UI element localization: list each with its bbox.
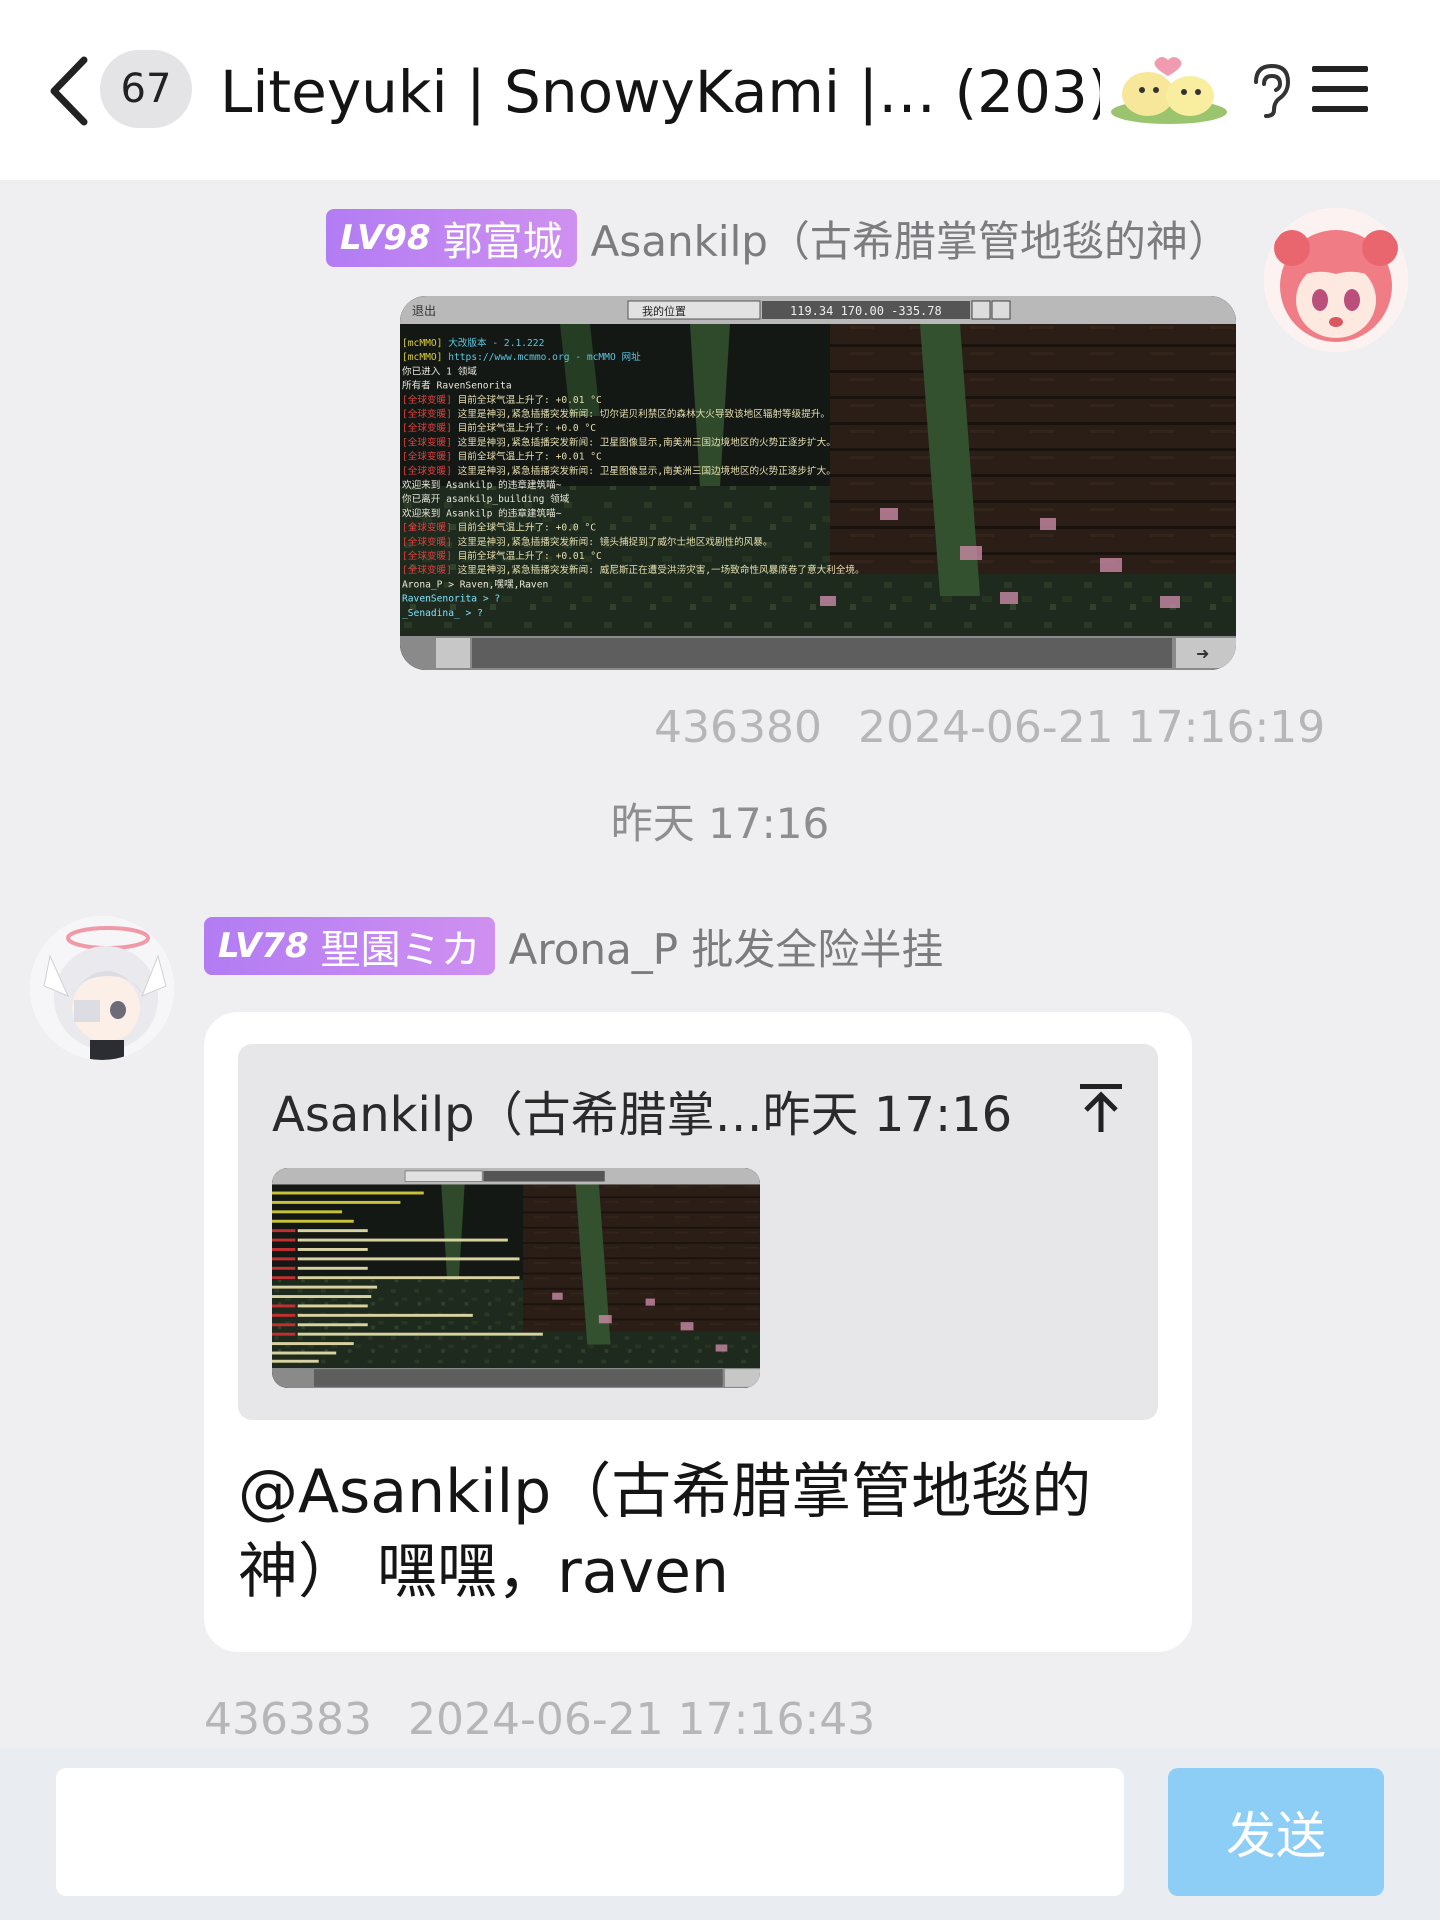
back-arrow-icon[interactable] [44,54,94,128]
message-time: 2024-06-21 17:16:19 [857,702,1326,753]
game-chat-line: [全球变暖] 目前全球气温上升了: +0.01 °C [402,394,602,406]
quoted-image[interactable] [272,1168,760,1388]
game-chat-line: [全球变暖] 目前全球气温上升了: +0.01 °C [402,550,602,562]
message-id: 436383 [204,1694,372,1745]
send-button[interactable]: 发送 [1168,1768,1384,1896]
avatar-white-hair-girl-icon [30,916,174,1060]
time-separator: 昨天 17:16 [610,799,830,848]
message-body: 嘿嘿，raven [358,1537,729,1607]
input-bar: 发送 [0,1748,1440,1920]
unread-count-badge[interactable]: 67 [100,50,192,128]
game-chat-line: RavenSenorita > ? [402,594,500,605]
member-title: 郭富城 [442,219,563,265]
message-bubble[interactable]: Asankilp（古希腊掌…昨天 17:16 @Asankilp（古希腊掌管地毯… [204,1012,1192,1652]
game-chat-line: 你已进入 1 领域 [402,365,477,377]
game-chat-line: [全球变暖] 目前全球气温上升了: +0.0 °C [402,422,596,434]
member-title: 聖園ミカ [320,927,481,973]
avatar[interactable] [30,916,174,1060]
game-chat-line: [全球变暖] 这里是神羽,紧急插播突发新闻: 威尼斯正在遭受洪涝灾害,一场致命性… [402,564,865,576]
game-chat-line: [mcMMO] https://www.mcmmo.org - mcMMO 网址 [402,351,641,363]
game-chat-line: [全球变暖] 这里是神羽,紧急插播突发新闻: 卫星图像显示,南美洲三国边境地区的… [402,465,836,477]
jump-to-top-icon[interactable] [1078,1082,1124,1134]
minecraft-screenshot: 退出 我的位置 119.34 170.00 -335.78 [mcMMO] 大改… [400,296,1236,670]
ear-icon[interactable] [1246,62,1294,118]
sender-name[interactable]: Asankilp（古希腊掌管地毯的神） [591,208,1230,269]
game-chat-line: [全球变暖] 目前全球气温上升了: +0.01 °C [402,451,602,463]
sender-line: LV78 聖園ミカ Arona_P 批发全险半挂 [204,916,943,976]
location-select: 我的位置 [642,304,686,318]
svg-text:➜: ➜ [1196,644,1209,663]
game-chat-line: 所有者 RavenSenorita [402,380,512,392]
game-chat-line: [全球变暖] 这里是神羽,紧急插播突发新闻: 卫星图像显示,南美洲三国边境地区的… [402,436,836,448]
avatar[interactable] [1264,208,1408,352]
message-id: 436380 [654,702,822,753]
coords-readout: 119.34 170.00 -335.78 [790,304,942,318]
sender-line: LV98 郭富城 Asankilp（古希腊掌管地毯的神） [326,208,1230,268]
level-number: LV98 [340,218,431,258]
game-chat-line: [全球变暖] 这里是神羽,紧急插播突发新闻: 镜头捕捉到了威尔士地区戏剧性的风暴… [402,536,772,548]
game-chat-line: 欢迎来到 Asankilp 的违章建筑喵~ [402,507,562,519]
image-message[interactable]: 退出 我的位置 119.34 170.00 -335.78 [mcMMO] 大改… [400,296,1236,670]
game-chat-line: 欢迎来到 Asankilp 的违章建筑喵~ [402,479,562,491]
sender-name[interactable]: Arona_P 批发全险半挂 [509,916,944,977]
game-chat-line: [全球变暖] 目前全球气温上升了: +0.0 °C [402,522,596,534]
level-number: LV78 [218,926,309,966]
exit-label: 退出 [412,304,436,318]
game-chat-line: [mcMMO] 大改版本 - 2.1.222 [402,337,544,349]
member-level-tag: LV98 郭富城 [326,209,577,267]
quoted-message[interactable]: Asankilp（古希腊掌…昨天 17:16 [238,1044,1158,1420]
game-chat-line: [全球变暖] 这里是神羽,紧急插播突发新闻: 切尔诺贝利禁区的森林大火导致该地区… [402,408,830,420]
chick-sticker-icon [1111,57,1227,124]
message-text: @Asankilp（古希腊掌管地毯的神） 嘿嘿，raven [238,1452,1138,1612]
chat-header: 67 Liteyuki | SnowyKami |… (203) [0,0,1440,180]
message-meta: 436383 2024-06-21 17:16:43 [204,1694,875,1745]
group-title[interactable]: Liteyuki | SnowyKami |… (203) [220,52,1100,132]
game-chat-line: _Senadina_ > ? [402,608,483,619]
menu-icon[interactable] [1310,62,1370,116]
quoted-message-header: Asankilp（古希腊掌…昨天 17:16 [272,1087,1013,1143]
game-chat-line: Arona_P > Raven,嘿嘿,Raven [402,579,548,590]
member-level-tag: LV78 聖園ミカ [204,917,495,975]
message-input[interactable] [56,1768,1124,1896]
minecraft-screenshot-thumbnail [272,1168,760,1388]
game-chat-line: 你已离开 asankilp_building 领域 [402,493,570,505]
message-time: 2024-06-21 17:16:43 [407,1694,876,1745]
message-meta: 436380 2024-06-21 17:16:19 [654,702,1325,753]
avatar-pink-hair-girl-icon [1264,208,1408,352]
